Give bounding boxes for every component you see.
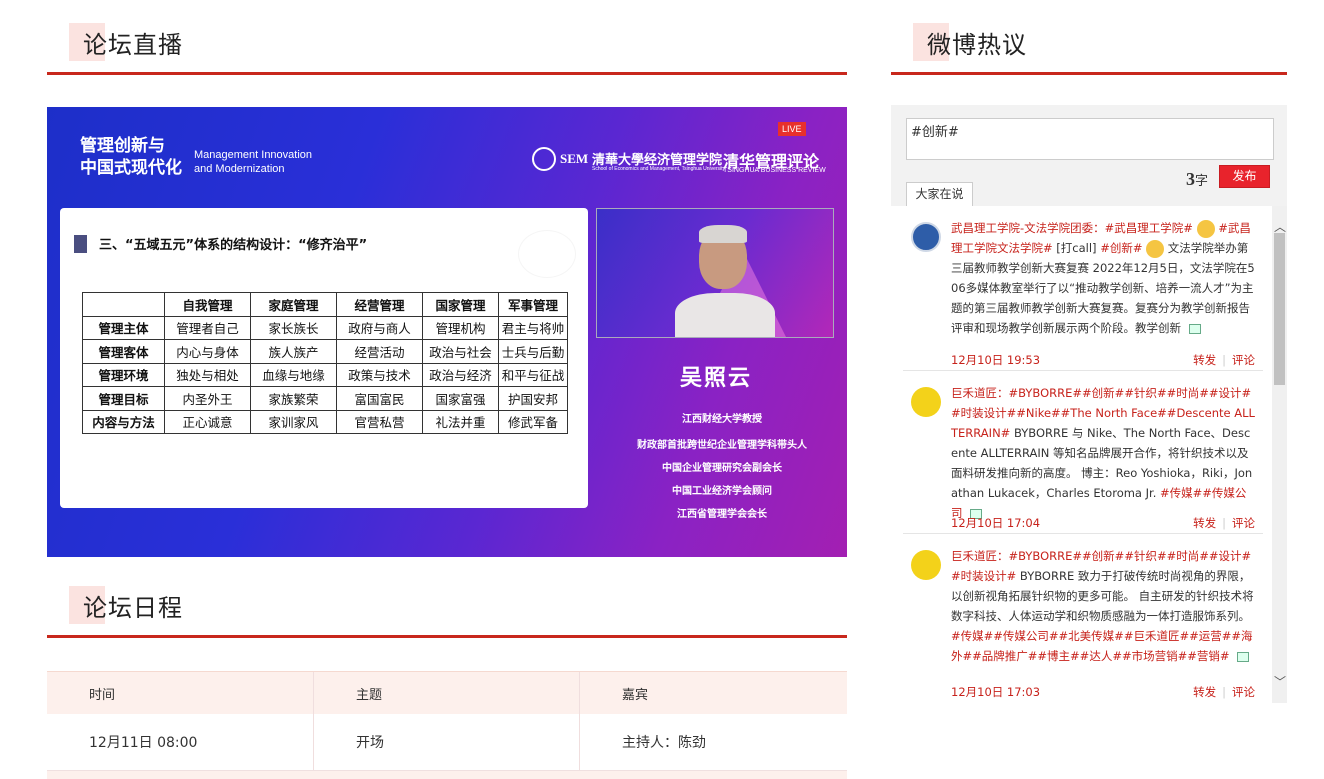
schedule-row: 12月11日 08:00 开场 主持人：陈劲	[47, 714, 847, 771]
post-meta: 12月10日 17:04 转发 | 评论	[951, 516, 1255, 530]
repost-link[interactable]: 转发	[1193, 685, 1216, 699]
tsinghua-seal-icon	[532, 147, 556, 171]
cell-time: 12月11日 08:00	[47, 714, 314, 770]
speaker-title: 财政部首批跨世纪企业管理学科带头人	[637, 440, 807, 451]
schedule-header: 时间 主题 嘉宾	[47, 671, 847, 714]
header-topic: 主题	[314, 672, 580, 714]
schedule-row	[47, 771, 847, 779]
post-content: 巨禾道匠：#BYBORRE##创新##针织##时尚##设计##时装设计##Nik…	[951, 386, 1255, 520]
avatar[interactable]	[911, 387, 941, 417]
tab-everyone-says[interactable]: 大家在说	[906, 182, 973, 206]
section-title-schedule: 论坛日程	[47, 586, 847, 638]
feed-scrollbar[interactable]: ︿ ﹀	[1272, 206, 1287, 703]
avatar[interactable]	[911, 550, 941, 580]
publish-button[interactable]: 发布	[1219, 165, 1270, 188]
slide-table: 自我管理 家庭管理 经营管理 国家管理 军事管理 管理主体 管理者自己 家长族长 政府…	[82, 292, 568, 434]
speaker-title: 中国工业经济学会顾问	[672, 486, 772, 497]
forum-title-cn: 管理创新与 中国式现代化	[80, 136, 182, 178]
slide-table-row: 管理目标 内圣外王 家族繁荣 富国富民 国家富强 护国安邦	[82, 386, 568, 411]
slide-table-row: 管理主体 管理者自己 家长族长 政府与商人 管理机构 君主与将帅	[82, 315, 568, 340]
weibo-feed: 武昌理工学院-文法学院团委：#武昌理工学院# #武昌理工学院文法学院# [打ca…	[891, 206, 1272, 703]
image-icon[interactable]	[1188, 323, 1201, 334]
repost-link[interactable]: 转发	[1193, 353, 1216, 367]
school-name-en: School of Economics and Management, Tsin…	[592, 166, 726, 172]
live-badge: LIVE	[778, 122, 806, 136]
slide-table-header: 自我管理 家庭管理 经营管理 国家管理 军事管理	[82, 292, 568, 317]
slide-table-row: 内容与方法 正心诚意 家训家风 官营私营 礼法并重 修武军备	[82, 409, 568, 434]
scrollbar-thumb[interactable]	[1274, 233, 1285, 385]
cell-topic: 开场	[314, 714, 580, 770]
seal-watermark-icon	[518, 230, 576, 278]
post-time: 12月10日 17:04	[951, 516, 1041, 530]
header-guest: 嘉宾	[622, 687, 649, 703]
slide-heading: 三、“五域五元”体系的结构设计：“修齐治平”	[74, 234, 367, 253]
comment-link[interactable]: 评论	[1232, 353, 1255, 367]
post-content: 巨禾道匠：#BYBORRE##创新##针织##时尚##设计##时装设计# BYB…	[951, 549, 1254, 663]
section-title-live: 论坛直播	[47, 23, 847, 75]
slide-table-row: 管理环境 独处与相处 血缘与地缘 政策与技术 政治与经济 和平与征战	[82, 362, 568, 387]
post-meta: 12月10日 19:53 转发 | 评论	[951, 353, 1255, 367]
weibo-post: 巨禾道匠：#BYBORRE##创新##针织##时尚##设计##时装设计##Nik…	[903, 371, 1263, 534]
comment-link[interactable]: 评论	[1232, 685, 1255, 699]
live-video-player[interactable]: 管理创新与 中国式现代化 Management Innovation and M…	[47, 107, 847, 557]
char-count: 3字	[1186, 169, 1209, 189]
speaker-name: 吴照云	[680, 366, 753, 391]
presentation-slide: 三、“五域五元”体系的结构设计：“修齐治平” 自我管理 家庭管理 经营管理 国家…	[60, 208, 588, 508]
cell-guest: 主持人：陈劲	[622, 735, 706, 751]
avatar[interactable]	[911, 222, 941, 252]
post-time: 12月10日 19:53	[951, 353, 1041, 367]
speaker-camera	[596, 208, 834, 338]
emoji-icon	[1146, 239, 1165, 258]
review-logo-en: TSINGHUA BUSINESS REVIEW	[723, 167, 826, 174]
header-time: 时间	[47, 672, 314, 714]
forum-title-en: Management Innovation and Modernization	[194, 149, 313, 175]
weibo-post-input[interactable]: #创新#	[906, 118, 1274, 160]
slide-table-row: 管理客体 内心与身体 族人族产 经营活动 政治与社会 士兵与后勤	[82, 339, 568, 364]
section-title-weibo: 微博热议	[891, 23, 1287, 75]
scroll-down-icon[interactable]: ﹀	[1274, 673, 1286, 690]
weibo-post: 武昌理工学院-文法学院团委：#武昌理工学院# #武昌理工学院文法学院# [打ca…	[903, 206, 1263, 371]
speaker-title: 中国企业管理研究会副会长	[662, 463, 782, 474]
comment-link[interactable]: 评论	[1232, 516, 1255, 530]
post-meta: 12月10日 17:03 转发 | 评论	[951, 685, 1255, 699]
repost-link[interactable]: 转发	[1193, 516, 1216, 530]
heading-bar	[74, 234, 87, 253]
weibo-panel: #创新# 3字 发布 大家在说 武昌理工学院-文法学院团委：#武昌理工学院# #…	[891, 105, 1287, 703]
weibo-post: 巨禾道匠：#BYBORRE##创新##针织##时尚##设计##时装设计# BYB…	[903, 534, 1263, 703]
sem-logo-text: SEM	[560, 151, 589, 166]
speaker-title: 江西财经大学教授	[682, 414, 762, 425]
speaker-video	[675, 223, 775, 337]
schedule-table: 时间 主题 嘉宾 12月11日 08:00 开场 主持人：陈劲	[47, 671, 847, 779]
post-time: 12月10日 17:03	[951, 685, 1041, 699]
image-icon[interactable]	[1237, 651, 1250, 662]
speaker-title: 江西省管理学会会长	[677, 509, 767, 520]
emoji-icon	[1196, 219, 1215, 238]
post-content: 武昌理工学院-文法学院团委：#武昌理工学院# #武昌理工学院文法学院# [打ca…	[951, 219, 1255, 335]
